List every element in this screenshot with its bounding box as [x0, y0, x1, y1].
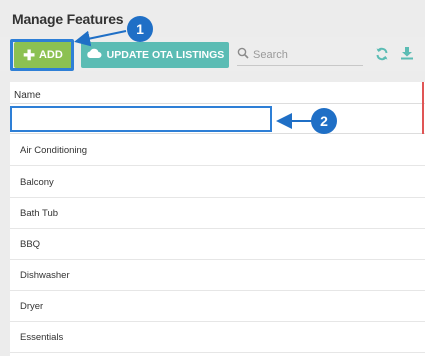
- search-field: [237, 45, 363, 66]
- table-row[interactable]: Bath Tub: [10, 198, 425, 229]
- download-icon[interactable]: [400, 46, 414, 60]
- add-button-highlight: [10, 39, 74, 71]
- table-row[interactable]: Essentials: [10, 322, 425, 353]
- new-feature-row: [10, 104, 425, 134]
- search-input[interactable]: [253, 49, 353, 61]
- callout-1: 1: [127, 16, 153, 42]
- features-table: Name Air Conditioning Balcony Bath Tub B…: [10, 82, 425, 356]
- new-row-marker: [422, 104, 424, 134]
- column-header-name[interactable]: Name: [10, 82, 425, 104]
- table-row[interactable]: BBQ: [10, 229, 425, 260]
- header-marker: [422, 82, 424, 104]
- table-row[interactable]: Dryer: [10, 291, 425, 322]
- cloud-icon: [86, 48, 102, 62]
- table-row[interactable]: Balcony: [10, 167, 425, 198]
- new-feature-name-input[interactable]: [10, 106, 272, 132]
- update-ota-listings-label: UPDATE OTA LISTINGS: [106, 49, 225, 61]
- table-row[interactable]: Air Conditioning: [10, 135, 425, 166]
- search-icon: [237, 46, 249, 64]
- page-title: Manage Features: [12, 11, 124, 27]
- table-row[interactable]: Dishwasher: [10, 260, 425, 291]
- update-ota-listings-button[interactable]: UPDATE OTA LISTINGS: [81, 42, 229, 68]
- callout-2: 2: [311, 108, 337, 134]
- refresh-icon[interactable]: [375, 47, 389, 61]
- manage-features-page: Manage Features ✚ ADD UPDATE OTA LISTING…: [0, 0, 425, 356]
